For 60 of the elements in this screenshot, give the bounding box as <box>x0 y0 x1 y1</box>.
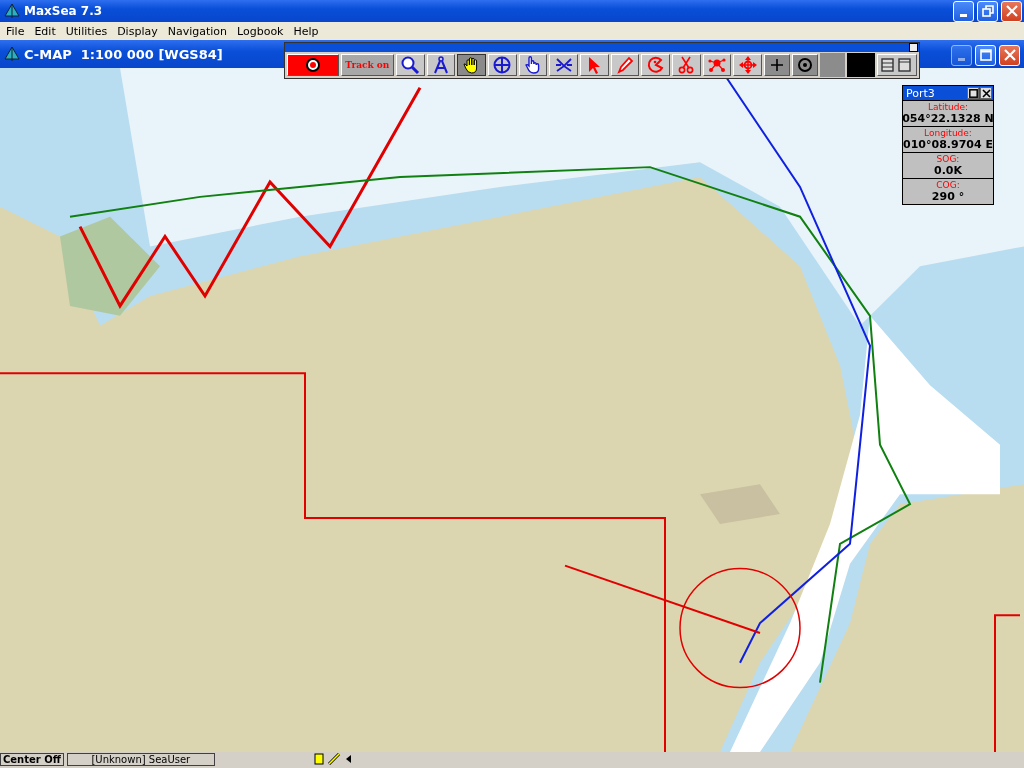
readout-value: 290 ° <box>931 190 965 203</box>
readout-label: COG: <box>936 180 960 190</box>
close-icon <box>1005 5 1018 17</box>
record-button[interactable] <box>287 54 339 76</box>
menu-item[interactable]: Display <box>113 24 164 38</box>
app-logo-icon <box>4 46 20 62</box>
window-title: MaxSea 7.3 <box>24 4 104 18</box>
compass-tool-button[interactable] <box>426 54 456 76</box>
close-button[interactable] <box>980 87 992 99</box>
chart-window-title: C-MAP 1:100 000 [WGS84] <box>24 46 223 62</box>
pencil-tool-button[interactable] <box>610 54 640 76</box>
target-icon <box>796 57 813 73</box>
crosshair-tool-button[interactable] <box>488 54 517 76</box>
record-icon <box>303 56 322 74</box>
center-status[interactable]: Center Off <box>0 753 64 766</box>
rotate-tool-button[interactable] <box>641 54 670 76</box>
readout-value: 010°08.9704 E <box>903 138 993 151</box>
readout-label: Longitude: <box>924 128 972 138</box>
maximize-icon <box>979 49 992 61</box>
menu-item[interactable]: Utilities <box>61 24 114 38</box>
color-swatch <box>847 53 876 77</box>
plus-icon <box>769 58 784 72</box>
move-tool-button[interactable] <box>733 54 762 76</box>
restore-icon <box>981 5 994 17</box>
page-icon[interactable] <box>313 753 324 765</box>
menu-item[interactable]: Edit <box>30 24 62 38</box>
pointer-tool-button[interactable] <box>518 54 548 76</box>
move-icon <box>737 55 758 75</box>
maximize-button[interactable] <box>967 87 979 99</box>
readout-label: SOG: <box>936 154 960 164</box>
restore-button[interactable] <box>977 0 998 22</box>
minimize-button[interactable] <box>953 0 974 22</box>
layout-button[interactable] <box>877 54 918 76</box>
pencil-icon[interactable] <box>326 753 341 765</box>
arrow-tool-button[interactable] <box>580 54 609 76</box>
close-icon <box>1003 49 1016 61</box>
panel-title: Port3 <box>906 86 936 100</box>
menu-item[interactable]: Navigation <box>163 24 234 38</box>
menu-item[interactable]: File <box>2 24 31 38</box>
scale-tool-button[interactable] <box>549 54 579 76</box>
minimize-button[interactable] <box>951 44 972 66</box>
search-icon <box>400 55 421 75</box>
blank-tool-slot <box>819 53 846 77</box>
hand-tool-button[interactable] <box>457 54 487 76</box>
target-tool-button[interactable] <box>791 54 818 76</box>
arrows-icon <box>553 55 574 75</box>
menu-item[interactable]: Help <box>289 24 325 38</box>
scissors-tool-button[interactable] <box>672 54 701 76</box>
plus-tool-button[interactable] <box>763 54 790 76</box>
cluster-tool-button[interactable] <box>702 54 732 76</box>
crosshair-icon <box>492 55 513 75</box>
zoom-tool-button[interactable] <box>396 54 425 76</box>
readout-value: 0.0K <box>934 164 962 177</box>
readout-value: 054°22.1328 N <box>902 112 994 125</box>
maximize-box-icon[interactable] <box>909 43 918 52</box>
readout-label: Latitude: <box>927 102 969 112</box>
app-logo-icon <box>4 3 20 19</box>
pencil-icon <box>615 55 635 75</box>
user-status: [Unknown] SeaUser <box>66 753 215 766</box>
menu-item[interactable]: Logbook <box>233 24 290 38</box>
